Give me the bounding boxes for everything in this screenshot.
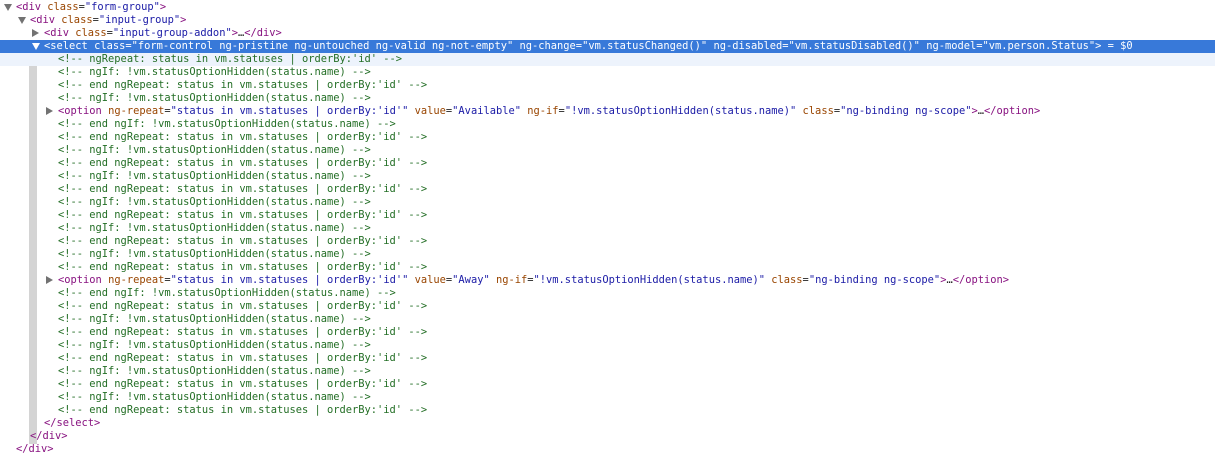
node-markup: <option ng-repeat="status in vm.statuses… — [58, 105, 1041, 117]
comment-text: <!-- end ngRepeat: status in vm.statuses… — [58, 157, 428, 169]
dom-comment-node[interactable]: <!-- ngIf: !vm.statusOptionHidden(status… — [0, 144, 1215, 157]
dom-comment-node[interactable]: <!-- end ngRepeat: status in vm.statuses… — [0, 326, 1215, 339]
comment-text: <!-- end ngRepeat: status in vm.statuses… — [58, 235, 428, 247]
disclosure-collapsed-icon[interactable] — [32, 29, 39, 37]
disclosure-expanded-icon[interactable] — [4, 4, 12, 11]
dom-comment-node[interactable]: <!-- end ngRepeat: status in vm.statuses… — [0, 235, 1215, 248]
comment-text: <!-- ngIf: !vm.statusOptionHidden(status… — [58, 391, 371, 403]
dom-node[interactable]: <div class="form-group"> — [0, 1, 1215, 14]
disclosure-expanded-icon[interactable] — [18, 17, 26, 24]
comment-text: <!-- end ngRepeat: status in vm.statuses… — [58, 404, 428, 416]
dom-comment-node[interactable]: <!-- end ngIf: !vm.statusOptionHidden(st… — [0, 287, 1215, 300]
dom-node[interactable]: <div class="input-group"> — [0, 14, 1215, 27]
comment-text: <!-- ngIf: !vm.statusOptionHidden(status… — [58, 339, 371, 351]
comment-text: <!-- end ngRepeat: status in vm.statuses… — [58, 131, 428, 143]
dom-comment-node[interactable]: <!-- ngIf: !vm.statusOptionHidden(status… — [0, 313, 1215, 326]
dom-comment-node[interactable]: <!-- ngIf: !vm.statusOptionHidden(status… — [0, 248, 1215, 261]
comment-text: <!-- ngIf: !vm.statusOptionHidden(status… — [58, 66, 371, 78]
disclosure-collapsed-icon[interactable] — [46, 276, 53, 284]
node-markup: </select> — [44, 417, 101, 429]
comment-text: <!-- ngIf: !vm.statusOptionHidden(status… — [58, 196, 371, 208]
dom-comment-node[interactable]: <!-- end ngRepeat: status in vm.statuses… — [0, 131, 1215, 144]
selected-dom-node[interactable]: <select class="form-control ng-pristine … — [0, 40, 1215, 53]
node-markup: <div class="input-group"> — [30, 14, 187, 26]
dom-comment-node[interactable]: <!-- ngIf: !vm.statusOptionHidden(status… — [0, 92, 1215, 105]
dom-comment-node[interactable]: <!-- ngIf: !vm.statusOptionHidden(status… — [0, 66, 1215, 79]
dom-comment-node[interactable]: <!-- ngRepeat: status in vm.statuses | o… — [0, 53, 1215, 66]
comment-text: <!-- end ngRepeat: status in vm.statuses… — [58, 326, 428, 338]
dom-comment-node[interactable]: <!-- end ngRepeat: status in vm.statuses… — [0, 209, 1215, 222]
dom-comment-node[interactable]: <!-- end ngRepeat: status in vm.statuses… — [0, 378, 1215, 391]
comment-text: <!-- end ngRepeat: status in vm.statuses… — [58, 79, 428, 91]
dom-comment-node[interactable]: <!-- end ngRepeat: status in vm.statuses… — [0, 261, 1215, 274]
dom-comment-node[interactable]: <!-- ngIf: !vm.statusOptionHidden(status… — [0, 365, 1215, 378]
dom-comment-node[interactable]: <!-- end ngRepeat: status in vm.statuses… — [0, 183, 1215, 196]
comment-text: <!-- end ngRepeat: status in vm.statuses… — [58, 183, 428, 195]
disclosure-expanded-icon[interactable] — [32, 43, 40, 50]
node-markup: </div> — [16, 443, 54, 455]
dom-comment-node[interactable]: <!-- end ngRepeat: status in vm.statuses… — [0, 300, 1215, 313]
node-markup: <select class="form-control ng-pristine … — [44, 40, 1133, 52]
dom-node[interactable]: <option ng-repeat="status in vm.statuses… — [0, 274, 1215, 287]
dom-comment-node[interactable]: <!-- ngIf: !vm.statusOptionHidden(status… — [0, 339, 1215, 352]
dom-comment-node[interactable]: <!-- end ngRepeat: status in vm.statuses… — [0, 157, 1215, 170]
node-markup: <div class="form-group"> — [16, 1, 167, 13]
dom-comment-node[interactable]: <!-- ngIf: !vm.statusOptionHidden(status… — [0, 391, 1215, 404]
dom-comment-node[interactable]: <!-- ngIf: !vm.statusOptionHidden(status… — [0, 170, 1215, 183]
comment-text: <!-- ngIf: !vm.statusOptionHidden(status… — [58, 313, 371, 325]
dom-comment-node[interactable]: <!-- end ngRepeat: status in vm.statuses… — [0, 79, 1215, 92]
comment-text: <!-- ngIf: !vm.statusOptionHidden(status… — [58, 144, 371, 156]
node-markup: </div> — [30, 430, 68, 442]
comment-text: <!-- end ngRepeat: status in vm.statuses… — [58, 378, 428, 390]
dom-comment-node[interactable]: <!-- end ngRepeat: status in vm.statuses… — [0, 352, 1215, 365]
comment-text: <!-- end ngIf: !vm.statusOptionHidden(st… — [58, 287, 396, 299]
comment-text: <!-- ngIf: !vm.statusOptionHidden(status… — [58, 222, 371, 234]
elements-tree: <div class="form-group"> <div class="inpu… — [0, 0, 1215, 471]
comment-text: <!-- end ngIf: !vm.statusOptionHidden(st… — [58, 118, 396, 130]
comment-text: <!-- ngRepeat: status in vm.statuses | o… — [58, 53, 403, 65]
comment-text: <!-- ngIf: !vm.statusOptionHidden(status… — [58, 92, 371, 104]
comment-text: <!-- end ngRepeat: status in vm.statuses… — [58, 261, 428, 273]
comment-text: <!-- end ngRepeat: status in vm.statuses… — [58, 300, 428, 312]
dom-comment-node[interactable]: <!-- ngIf: !vm.statusOptionHidden(status… — [0, 222, 1215, 235]
dom-comment-node[interactable]: <!-- end ngIf: !vm.statusOptionHidden(st… — [0, 118, 1215, 131]
dom-node[interactable]: </div> — [0, 430, 1215, 443]
dom-node[interactable]: </select> — [0, 417, 1215, 430]
dom-node[interactable]: <option ng-repeat="status in vm.statuses… — [0, 105, 1215, 118]
node-markup: <div class="input-group-addon">…</div> — [44, 27, 282, 39]
node-markup: <option ng-repeat="status in vm.statuses… — [58, 274, 1010, 286]
disclosure-collapsed-icon[interactable] — [46, 107, 53, 115]
dom-comment-node[interactable]: <!-- end ngRepeat: status in vm.statuses… — [0, 404, 1215, 417]
dom-comment-node[interactable]: <!-- ngIf: !vm.statusOptionHidden(status… — [0, 196, 1215, 209]
comment-text: <!-- end ngRepeat: status in vm.statuses… — [58, 352, 428, 364]
comment-text: <!-- ngIf: !vm.statusOptionHidden(status… — [58, 365, 371, 377]
comment-text: <!-- end ngRepeat: status in vm.statuses… — [58, 209, 428, 221]
dom-node[interactable]: </div> — [0, 443, 1215, 456]
comment-text: <!-- ngIf: !vm.statusOptionHidden(status… — [58, 248, 371, 260]
dom-node[interactable]: <div class="input-group-addon">…</div> — [0, 27, 1215, 40]
comment-text: <!-- ngIf: !vm.statusOptionHidden(status… — [58, 170, 371, 182]
